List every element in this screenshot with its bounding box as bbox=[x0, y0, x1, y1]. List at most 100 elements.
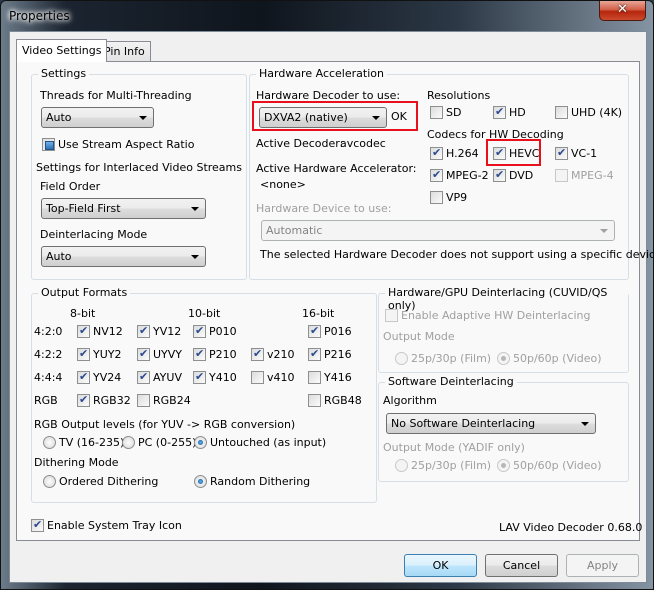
sw-deint-video-radio[interactable]: 50p/60p (Video) bbox=[497, 459, 602, 472]
sw-deint-title: Software Deinterlacing bbox=[385, 375, 517, 388]
fmt-yv12-checkbox[interactable]: YV12 bbox=[137, 324, 181, 338]
resolutions-label: Resolutions bbox=[427, 89, 491, 102]
fmt-yv24-checkbox[interactable]: YV24 bbox=[77, 370, 122, 384]
version-label: LAV Video Decoder 0.68.0 bbox=[499, 521, 643, 534]
col-header-10bit: 10-bit bbox=[188, 307, 221, 320]
radio-icon bbox=[43, 475, 56, 488]
tab-video-settings[interactable]: Video Settings bbox=[16, 39, 108, 62]
codec-mpeg2-checkbox[interactable]: MPEG-2 bbox=[430, 168, 489, 182]
highlight-box-hevc bbox=[486, 139, 541, 166]
col-header-16bit: 16-bit bbox=[302, 307, 335, 320]
fmt-p216-checkbox[interactable]: P216 bbox=[308, 347, 352, 361]
radio-selected-icon bbox=[497, 352, 510, 365]
title-bar[interactable]: Properties ✕ bbox=[1, 1, 653, 31]
checkbox-checked-icon bbox=[137, 324, 150, 338]
hw-device-label: Hardware Device to use: bbox=[256, 202, 392, 215]
checkbox-icon bbox=[251, 371, 264, 384]
sw-deint-film-radio[interactable]: 25p/30p (Film) bbox=[395, 459, 491, 472]
checkbox-checked-icon bbox=[430, 146, 443, 160]
apply-button[interactable]: Apply bbox=[566, 554, 639, 577]
codec-vp9-label: VP9 bbox=[446, 191, 468, 204]
codec-vp9-checkbox[interactable]: VP9 bbox=[430, 191, 467, 204]
res-sd-checkbox[interactable]: SD bbox=[430, 106, 461, 119]
fmt-y416-label: Y416 bbox=[324, 371, 352, 384]
dither-random-label: Random Dithering bbox=[210, 475, 311, 488]
codec-h264-checkbox[interactable]: H.264 bbox=[430, 146, 479, 160]
algorithm-dropdown[interactable]: No Software Deinterlacing bbox=[386, 413, 596, 434]
stream-aspect-checkbox[interactable]: Use Stream Aspect Ratio bbox=[42, 138, 194, 151]
ok-button[interactable]: OK bbox=[404, 554, 477, 577]
deint-mode-label: Deinterlacing Mode bbox=[40, 228, 148, 241]
active-decoder-value: avcodec bbox=[340, 137, 386, 150]
fmt-rgb48-checkbox[interactable]: RGB48 bbox=[308, 394, 362, 407]
hw-deint-film-radio[interactable]: 25p/30p (Film) bbox=[395, 352, 491, 365]
dither-random-radio[interactable]: Random Dithering bbox=[194, 475, 310, 488]
checkbox-checked-icon bbox=[77, 347, 90, 361]
stream-aspect-label: Use Stream Aspect Ratio bbox=[58, 138, 195, 151]
interlaced-label: Settings for Interlaced Video Streams bbox=[36, 161, 242, 174]
codec-h264-label: H.264 bbox=[446, 147, 479, 160]
properties-window: Properties ✕ Video Settings Pin Info Set… bbox=[0, 0, 654, 590]
codec-dvd-checkbox[interactable]: DVD bbox=[493, 168, 533, 182]
res-uhd-checkbox[interactable]: UHD (4K) bbox=[555, 106, 622, 119]
rgb-level-pc-label: PC (0-255) bbox=[138, 436, 197, 449]
fmt-p216-label: P216 bbox=[324, 348, 352, 361]
checkbox-indeterminate-icon bbox=[42, 138, 55, 151]
fmt-rgb24-checkbox[interactable]: RGB24 bbox=[137, 394, 191, 407]
fmt-ayuv-label: AYUV bbox=[153, 371, 182, 384]
checkbox-checked-icon bbox=[137, 347, 150, 361]
close-button[interactable]: ✕ bbox=[599, 1, 646, 21]
video-settings-panel: Settings Threads for Multi-Threading Aut… bbox=[16, 61, 654, 541]
threads-dropdown[interactable]: Auto bbox=[41, 107, 154, 128]
deint-mode-dropdown[interactable]: Auto bbox=[41, 246, 206, 267]
fmt-y410-checkbox[interactable]: Y410 bbox=[193, 370, 237, 384]
fmt-p210-label: P210 bbox=[209, 348, 237, 361]
hw-deint-output-mode-label: Output Mode bbox=[383, 330, 455, 343]
fmt-yv24-label: YV24 bbox=[93, 371, 122, 384]
fmt-nv12-checkbox[interactable]: NV12 bbox=[77, 324, 123, 338]
rgb-levels-label: RGB Output levels (for YUV -> RGB conver… bbox=[34, 418, 296, 431]
sw-deint-film-label: 25p/30p (Film) bbox=[411, 459, 492, 472]
fmt-rgb32-checkbox[interactable]: RGB32 bbox=[77, 393, 131, 407]
fmt-yuy2-checkbox[interactable]: YUY2 bbox=[77, 347, 122, 361]
fmt-p010-checkbox[interactable]: P010 bbox=[193, 324, 237, 338]
chevron-down-icon bbox=[191, 207, 199, 211]
hw-deint-film-label: 25p/30p (Film) bbox=[411, 352, 492, 365]
rgb-level-untouched-radio[interactable]: Untouched (as input) bbox=[194, 436, 326, 449]
fmt-uyvy-checkbox[interactable]: UYVY bbox=[137, 347, 182, 361]
sw-deint-video-label: 50p/60p (Video) bbox=[513, 459, 602, 472]
hw-accel-group-title: Hardware Acceleration bbox=[256, 67, 387, 80]
rgb-level-pc-radio[interactable]: PC (0-255) bbox=[122, 436, 196, 449]
fmt-p016-checkbox[interactable]: P016 bbox=[308, 324, 352, 338]
hw-device-dropdown[interactable]: Automatic bbox=[261, 220, 615, 241]
codec-mpeg2-label: MPEG-2 bbox=[446, 169, 489, 182]
codec-vc1-checkbox[interactable]: VC-1 bbox=[555, 146, 597, 160]
checkbox-checked-icon bbox=[193, 324, 206, 338]
checkbox-icon bbox=[430, 191, 443, 204]
fmt-p210-checkbox[interactable]: P210 bbox=[193, 347, 237, 361]
res-hd-checkbox[interactable]: HD bbox=[493, 105, 526, 119]
chevron-down-icon bbox=[191, 255, 199, 259]
fmt-rgb24-label: RGB24 bbox=[153, 394, 191, 407]
codec-mpeg4-checkbox[interactable]: MPEG-4 bbox=[555, 169, 614, 182]
checkbox-checked-icon bbox=[31, 518, 44, 532]
hw-device-note: The selected Hardware Decoder does not s… bbox=[260, 248, 654, 261]
fmt-ayuv-checkbox[interactable]: AYUV bbox=[137, 370, 182, 384]
settings-group: Settings Threads for Multi-Threading Aut… bbox=[31, 67, 247, 280]
rgb-level-tv-radio[interactable]: TV (16-235) bbox=[43, 436, 124, 449]
checkbox-checked-icon bbox=[493, 105, 506, 119]
checkbox-checked-icon bbox=[77, 370, 90, 384]
fmt-v210-checkbox[interactable]: v210 bbox=[251, 347, 295, 361]
hw-deint-enable-checkbox[interactable]: Enable Adaptive HW Deinterlacing bbox=[385, 309, 591, 322]
fmt-y416-checkbox[interactable]: Y416 bbox=[308, 371, 352, 384]
dither-ordered-radio[interactable]: Ordered Dithering bbox=[43, 475, 158, 488]
tray-icon-checkbox[interactable]: Enable System Tray Icon bbox=[31, 518, 182, 532]
threads-value: Auto bbox=[46, 111, 72, 124]
cancel-button[interactable]: Cancel bbox=[485, 554, 558, 577]
fmt-v410-checkbox[interactable]: v410 bbox=[251, 371, 295, 384]
fmt-rgb48-label: RGB48 bbox=[324, 394, 362, 407]
checkbox-icon bbox=[555, 106, 568, 119]
checkbox-icon bbox=[430, 106, 443, 119]
field-order-dropdown[interactable]: Top-Field First bbox=[41, 198, 206, 219]
hw-deint-video-radio[interactable]: 50p/60p (Video) bbox=[497, 352, 602, 365]
